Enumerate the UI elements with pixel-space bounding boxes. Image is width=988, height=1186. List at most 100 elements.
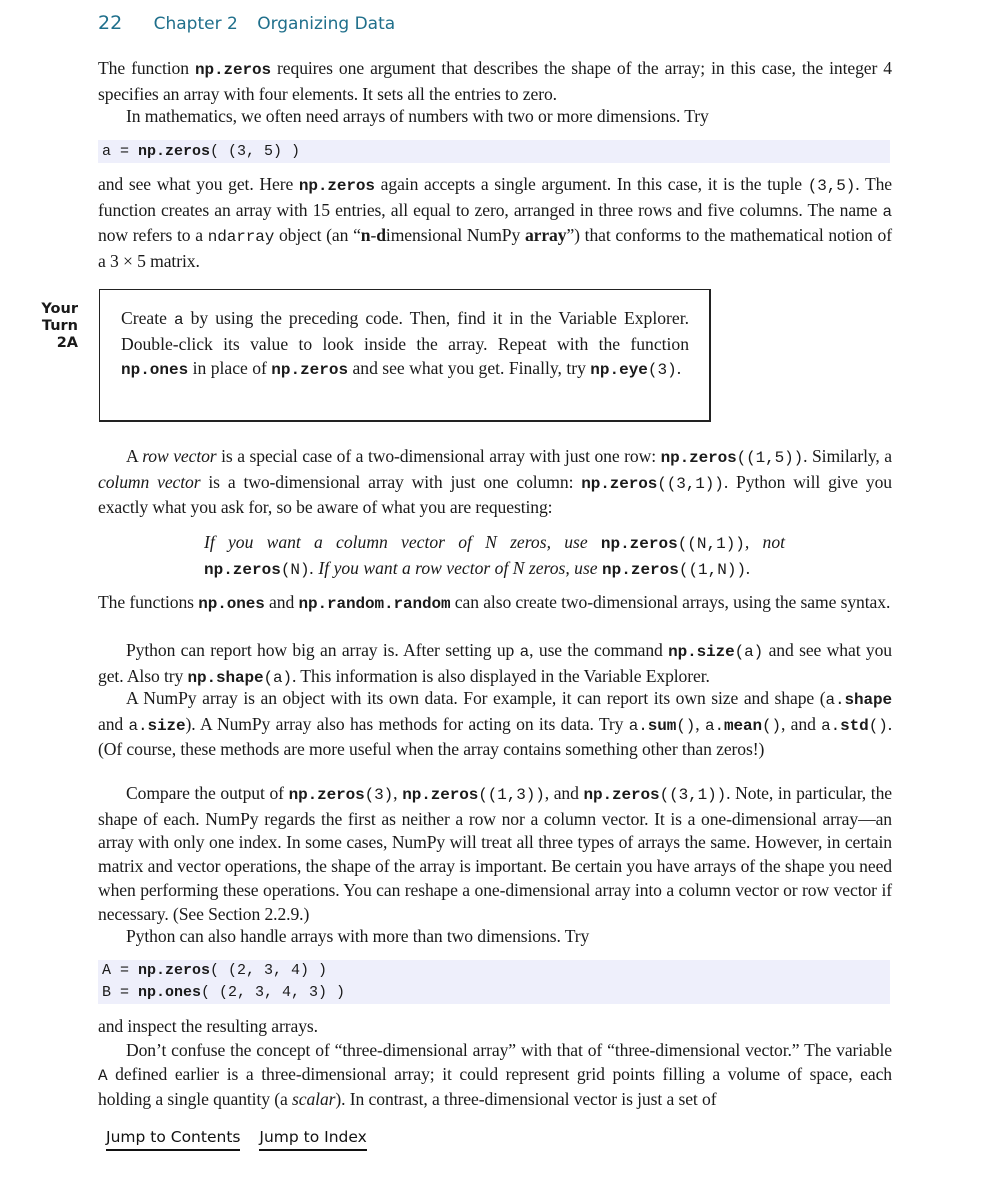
italic-term: row vector xyxy=(142,446,217,466)
inline-code: ((1,N)) xyxy=(678,561,747,579)
text: in place of xyxy=(188,358,272,378)
chapter-title: Organizing Data xyxy=(257,14,396,34)
text: . xyxy=(676,358,682,378)
inline-code: np.zeros xyxy=(600,535,678,553)
paragraph-array-methods: A NumPy array is an object with its own … xyxy=(98,687,892,762)
inline-code: size xyxy=(147,716,186,735)
page-number: 22 xyxy=(98,12,123,34)
jump-to-index-link[interactable]: Jump to Index xyxy=(259,1128,367,1151)
your-turn-label: Your Turn 2A xyxy=(30,301,78,352)
code-text: np.ones xyxy=(138,984,202,1001)
code-text: np.zeros xyxy=(138,143,211,160)
inline-code: (N) xyxy=(280,561,310,579)
inline-code: (3,5) xyxy=(807,177,856,195)
your-turn-number: 2A xyxy=(56,335,78,351)
inline-code: ((1,3)) xyxy=(478,786,545,804)
paragraph-tuple-explanation: and see what you get. Here np.zeros agai… xyxy=(98,173,892,274)
inline-code: mean xyxy=(723,716,762,735)
inline-code: ((N,1)) xyxy=(677,535,745,553)
text: is a special case of a two-dimensional a… xyxy=(216,446,661,466)
text: , xyxy=(393,783,403,803)
inline-code: (a) xyxy=(263,668,293,687)
text: Python can report how big an array is. A… xyxy=(126,640,520,660)
text: , and xyxy=(781,713,822,734)
text: now refers to a xyxy=(98,225,208,246)
code-line: B = np.ones( (2, 3, 4, 3) ) xyxy=(102,982,886,1004)
text: The functions xyxy=(98,592,199,612)
your-turn-label-line: Your xyxy=(41,301,78,317)
code-block-2: A = np.zeros( (2, 3, 4) ) B = np.ones( (2… xyxy=(98,960,890,1004)
text: If you want a column vector of N zeros, … xyxy=(204,532,601,552)
text: imensional NumPy xyxy=(385,225,525,246)
inline-code: np.zeros xyxy=(194,61,271,79)
quote-block: If you want a column vector of N zeros, … xyxy=(204,530,785,582)
text: A NumPy array is an object with its own … xyxy=(126,688,826,708)
text: again accepts a single argument. In this… xyxy=(374,174,808,194)
inline-code: np.zeros xyxy=(288,786,365,804)
text: by using the preceding code. Then, find … xyxy=(121,308,689,354)
text: and xyxy=(98,713,129,734)
your-turn-label-line: Turn xyxy=(41,318,78,334)
paragraph-array-vs-vector: Don’t confuse the concept of “three-dime… xyxy=(98,1039,892,1112)
inline-code: a. xyxy=(704,716,724,735)
text: object (an “ xyxy=(274,225,361,246)
text: and inspect the resulting arrays. xyxy=(98,1016,318,1036)
paragraph-inspect: and inspect the resulting arrays. xyxy=(98,1015,892,1039)
inline-code: (3) xyxy=(364,786,394,804)
text: . Similarly, a xyxy=(803,446,892,466)
code-line: A = np.zeros( (2, 3, 4) ) xyxy=(102,960,886,982)
italic-term: scalar xyxy=(292,1089,336,1110)
text: is a two-dimensional array with just one… xyxy=(200,471,582,492)
inline-code: np.zeros xyxy=(602,561,679,579)
text: , xyxy=(695,713,705,734)
inline-code: np.zeros xyxy=(581,474,658,493)
inline-code: () xyxy=(761,716,781,735)
your-turn-box: Create a by using the preceding code. Th… xyxy=(99,289,711,422)
inline-code: shape xyxy=(844,691,892,709)
jump-to-contents-link[interactable]: Jump to Contents xyxy=(106,1128,241,1151)
text: , and xyxy=(544,783,584,803)
inline-code: a. xyxy=(821,716,841,735)
paragraph-multi-dim: In mathematics, we often need arrays of … xyxy=(98,105,892,129)
footer-nav: Jump to Contents Jump to Index xyxy=(106,1128,381,1151)
inline-code: std xyxy=(840,716,869,735)
text: Don’t confuse the concept of “three-dime… xyxy=(126,1040,892,1060)
text: The function xyxy=(98,58,195,78)
inline-code: np.zeros xyxy=(204,561,281,579)
inline-code: () xyxy=(676,716,696,735)
inline-code: A xyxy=(98,1066,108,1085)
code-text: ( (3, 5) ) xyxy=(210,143,301,160)
text: . xyxy=(746,558,751,578)
code-text: A = xyxy=(102,962,139,979)
code-text: ( (2, 3, 4, 3) ) xyxy=(201,984,346,1001)
paragraph-np-zeros-intro: The function np.zeros requires one argum… xyxy=(98,57,892,106)
inline-code: np.ones xyxy=(198,595,265,613)
text: and see what you get. Here xyxy=(98,174,299,194)
code-line: a = np.zeros( (3, 5) ) xyxy=(102,143,300,160)
inline-code: (3) xyxy=(647,361,677,379)
inline-code: np.eye xyxy=(590,361,648,379)
text: . This information is also displayed in … xyxy=(292,665,710,686)
text: , not xyxy=(744,532,786,552)
inline-code: np.ones xyxy=(121,361,189,379)
bold-text: d xyxy=(376,225,386,246)
inline-code: a. xyxy=(128,716,148,735)
inline-code: ndarray xyxy=(207,228,275,247)
text: In mathematics, we often need arrays of … xyxy=(126,106,709,126)
paragraph-size-shape: Python can report how big an array is. A… xyxy=(98,639,892,690)
text: and xyxy=(264,592,299,612)
inline-code: () xyxy=(868,716,888,735)
code-text: ( (2, 3, 4) ) xyxy=(210,962,328,979)
bold-text: array xyxy=(524,225,567,246)
code-block-1: a = np.zeros( (3, 5) ) xyxy=(98,140,890,163)
inline-code: a. xyxy=(825,691,845,709)
text: can also create two-dimensional arrays, … xyxy=(450,592,891,612)
inline-code: (a) xyxy=(734,643,764,661)
text: . If you want a row vector of N zeros, u… xyxy=(309,558,603,578)
inline-code: a xyxy=(882,202,892,221)
inline-code: np.zeros xyxy=(583,786,660,804)
inline-code: ((3,1)) xyxy=(659,786,727,804)
text: Create xyxy=(121,308,174,328)
inline-code: ((1,5)) xyxy=(736,449,804,467)
text: and see what you get. Finally, try xyxy=(348,358,591,378)
